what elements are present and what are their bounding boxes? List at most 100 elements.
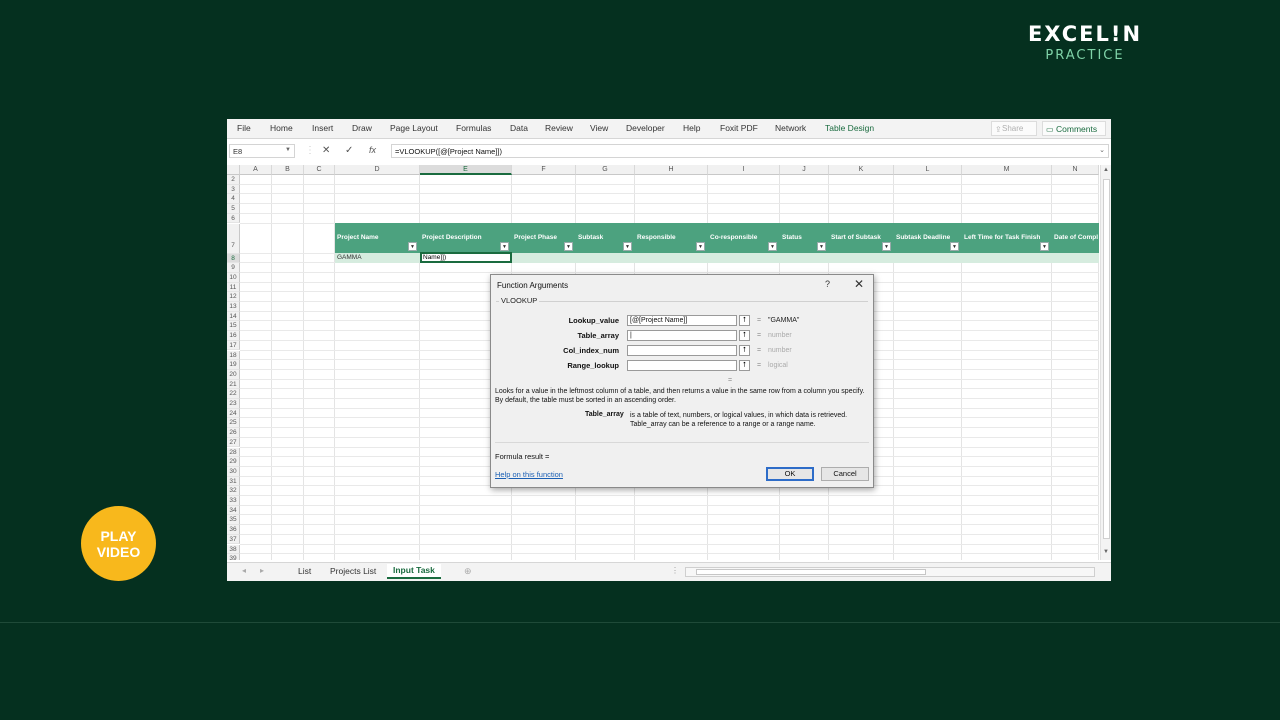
column-header[interactable]: M (962, 165, 1052, 175)
row-header[interactable]: 38 (227, 544, 240, 555)
row-header[interactable]: 25 (227, 418, 240, 429)
tab-developer[interactable]: Developer (626, 123, 665, 133)
column-header[interactable]: N (1052, 165, 1099, 175)
table-header-cell[interactable]: Project Name (337, 234, 379, 241)
row-header[interactable]: 31 (227, 476, 240, 487)
row-header[interactable]: 14 (227, 311, 240, 322)
cell-d8[interactable]: GAMMA (337, 254, 362, 261)
column-header[interactable]: A (240, 165, 272, 175)
table-header-cell[interactable]: Left Time for Task Finish (964, 234, 1040, 241)
cancel-icon[interactable]: ✕ (322, 145, 330, 156)
play-video-button[interactable]: PLAY VIDEO (81, 506, 156, 581)
row-header[interactable]: 27 (227, 437, 240, 448)
row-header[interactable]: 35 (227, 515, 240, 526)
column-header[interactable]: E (420, 165, 512, 175)
arg-input-range-lookup[interactable] (627, 360, 737, 371)
row-header[interactable]: 9 (227, 263, 240, 273)
row-header[interactable]: 32 (227, 486, 240, 496)
tab-review[interactable]: Review (545, 123, 573, 133)
table-header-cell[interactable]: Project Description (422, 234, 482, 241)
filter-dropdown-icon[interactable]: ▼ (696, 242, 705, 251)
sheet-tab-input-task[interactable]: Input Task (387, 564, 441, 579)
table-header-cell[interactable]: Status (782, 234, 802, 241)
horizontal-scroll-thumb[interactable] (696, 569, 926, 575)
filter-dropdown-icon[interactable]: ▼ (623, 242, 632, 251)
row-header[interactable]: 5 (227, 204, 240, 214)
sheet-prev-icon[interactable]: ◂ (242, 566, 246, 575)
collapse-dialog-icon[interactable]: ⭡ (739, 360, 750, 371)
table-header-cell[interactable]: Subtask Deadline (896, 234, 950, 241)
formula-input[interactable]: =VLOOKUP([@[Project Name]]) ⌄ (391, 144, 1109, 158)
row-header[interactable]: 23 (227, 399, 240, 409)
row-header[interactable]: 3 (227, 184, 240, 195)
vertical-scrollbar[interactable]: ▲ ▼ (1100, 165, 1111, 560)
filter-dropdown-icon[interactable]: ▼ (408, 242, 417, 251)
share-button[interactable]: ⇪ Share (991, 121, 1037, 136)
filter-dropdown-icon[interactable]: ▼ (500, 242, 509, 251)
tab-formulas[interactable]: Formulas (456, 123, 491, 133)
scroll-down-icon[interactable]: ▼ (1103, 549, 1109, 555)
arg-input-col-index-num[interactable] (627, 345, 737, 356)
sheet-tab-projects-list[interactable]: Projects List (330, 566, 376, 576)
row-header[interactable]: 33 (227, 496, 240, 506)
tab-view[interactable]: View (590, 123, 608, 133)
tab-data[interactable]: Data (510, 123, 528, 133)
row-header[interactable]: 37 (227, 534, 240, 545)
column-header[interactable]: K (829, 165, 894, 175)
check-icon[interactable]: ✓ (345, 145, 353, 156)
filter-dropdown-icon[interactable]: ▼ (1040, 242, 1049, 251)
tab-insert[interactable]: Insert (312, 123, 333, 133)
split-handle-icon[interactable]: ⋮ (671, 566, 679, 575)
row-header[interactable]: 16 (227, 331, 240, 341)
column-header[interactable]: H (635, 165, 708, 175)
insert-function-icon[interactable]: fx (369, 145, 376, 155)
row-header[interactable]: 26 (227, 428, 240, 438)
tab-table-design[interactable]: Table Design (825, 123, 874, 133)
name-box[interactable]: E8 ▼ (229, 144, 295, 158)
column-header[interactable]: D (335, 165, 420, 175)
row-header[interactable]: 36 (227, 525, 240, 535)
scroll-up-icon[interactable]: ▲ (1103, 167, 1109, 173)
collapse-dialog-icon[interactable]: ⭡ (739, 315, 750, 326)
filter-dropdown-icon[interactable]: ▼ (564, 242, 573, 251)
row-header[interactable]: 15 (227, 321, 240, 332)
filter-dropdown-icon[interactable]: ▼ (950, 242, 959, 251)
tab-foxit-pdf[interactable]: Foxit PDF (720, 123, 758, 133)
column-header[interactable]: I (708, 165, 780, 175)
table-header-cell[interactable]: Co-responsible (710, 234, 757, 241)
row-header[interactable]: 10 (227, 272, 240, 283)
row-header[interactable]: 24 (227, 408, 240, 419)
table-header-cell[interactable]: Date of Compl (1054, 234, 1098, 241)
help-link[interactable]: Help on this function (495, 470, 563, 479)
row-header[interactable]: 11 (227, 282, 240, 293)
row-header[interactable]: 28 (227, 447, 240, 458)
help-icon[interactable]: ? (825, 279, 830, 289)
row-header[interactable]: 29 (227, 457, 240, 467)
filter-dropdown-icon[interactable]: ▼ (768, 242, 777, 251)
table-header-cell[interactable]: Project Phase (514, 234, 557, 241)
close-icon[interactable]: ✕ (854, 277, 864, 291)
row-header[interactable]: 13 (227, 302, 240, 312)
column-header[interactable]: F (512, 165, 576, 175)
column-header[interactable]: J (780, 165, 829, 175)
vertical-scroll-thumb[interactable] (1103, 179, 1110, 539)
row-header[interactable]: 4 (227, 194, 240, 205)
column-header[interactable]: L (894, 165, 962, 175)
row-header[interactable]: 18 (227, 350, 240, 361)
row-header[interactable]: 19 (227, 360, 240, 370)
horizontal-scrollbar[interactable] (685, 567, 1095, 577)
add-sheet-icon[interactable]: ⊕ (464, 566, 472, 577)
row-header[interactable]: 34 (227, 505, 240, 516)
tab-network[interactable]: Network (775, 123, 806, 133)
tab-draw[interactable]: Draw (352, 123, 372, 133)
active-cell-e8[interactable]: Name]]) (420, 252, 512, 263)
select-all-corner[interactable] (227, 165, 240, 175)
column-header[interactable]: G (576, 165, 635, 175)
table-header-cell[interactable]: Subtask (578, 234, 603, 241)
column-header[interactable]: B (272, 165, 304, 175)
ok-button[interactable]: OK (766, 467, 814, 481)
sheet-tab-list[interactable]: List (298, 566, 311, 576)
row-header[interactable]: 6 (227, 213, 240, 224)
row-header[interactable]: 2 (227, 175, 240, 185)
arg-input-lookup-value[interactable]: [@[Project Name]] (627, 315, 737, 326)
